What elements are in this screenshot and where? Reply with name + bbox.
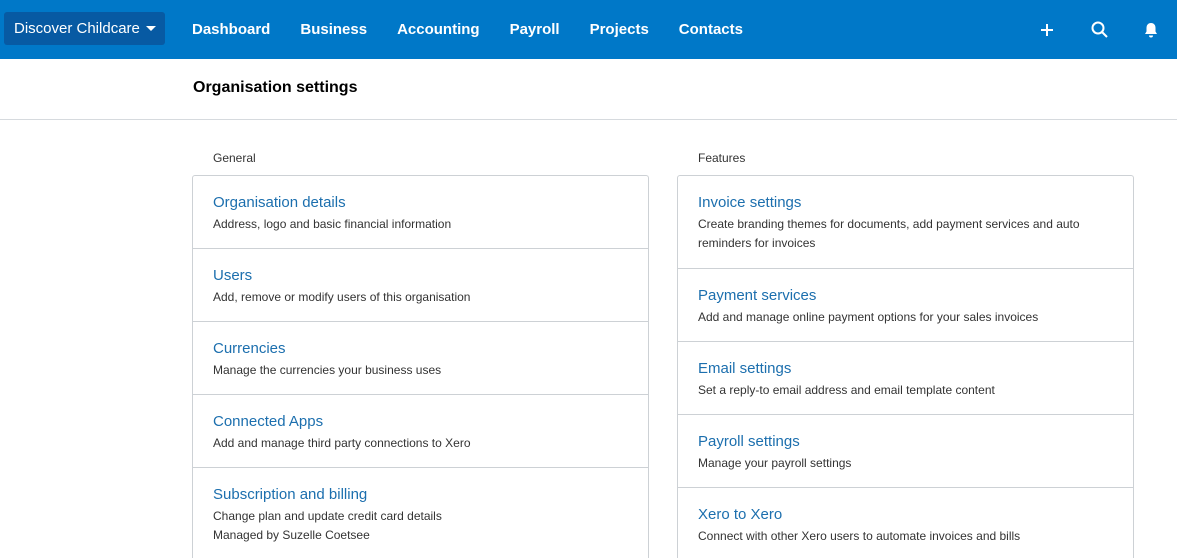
bell-icon[interactable] [1125, 0, 1177, 59]
card-title[interactable]: Payroll settings [698, 433, 1113, 450]
nav-dashboard[interactable]: Dashboard [177, 0, 285, 59]
email-settings-item[interactable]: Email settings Set a reply-to email addr… [678, 342, 1133, 415]
card-title[interactable]: Subscription and billing [213, 486, 628, 503]
card-title[interactable]: Organisation details [213, 194, 628, 211]
nav-accounting[interactable]: Accounting [382, 0, 495, 59]
payment-services-item[interactable]: Payment services Add and manage online p… [678, 269, 1133, 342]
card-description: Add and manage online payment options fo… [698, 310, 1039, 324]
page-header: Organisation settings [0, 59, 1177, 120]
connected-apps-item[interactable]: Connected Apps Add and manage third part… [193, 395, 648, 468]
card-description: Address, logo and basic financial inform… [213, 217, 452, 231]
card-title[interactable]: Xero to Xero [698, 506, 1113, 523]
nav-business[interactable]: Business [285, 0, 382, 59]
features-section-title: Features [698, 151, 746, 165]
features-panel: Invoice settings Create branding themes … [677, 175, 1134, 558]
xero-to-xero-item[interactable]: Xero to Xero Connect with other Xero use… [678, 488, 1133, 559]
plus-icon[interactable] [1021, 0, 1073, 59]
general-section-title: General [213, 151, 256, 165]
nav-contacts[interactable]: Contacts [664, 0, 758, 59]
card-title[interactable]: Email settings [698, 360, 1113, 377]
general-panel: Organisation details Address, logo and b… [192, 175, 649, 558]
card-title[interactable]: Connected Apps [213, 413, 628, 430]
card-description: Add and manage third party connections t… [213, 436, 471, 450]
search-icon[interactable] [1073, 0, 1125, 59]
nav-projects[interactable]: Projects [575, 0, 664, 59]
top-navigation-bar: Discover Childcare Dashboard Business Ac… [0, 0, 1177, 59]
organisation-name: Discover Childcare [14, 20, 140, 37]
caret-down-icon [145, 26, 156, 31]
card-description: Add, remove or modify users of this orga… [213, 290, 471, 304]
managed-by-text: Managed by Suzelle Coetsee [213, 528, 370, 542]
nav-payroll[interactable]: Payroll [495, 0, 575, 59]
card-description: Connect with other Xero users to automat… [698, 529, 1021, 543]
page-title: Organisation settings [193, 79, 358, 96]
organisation-switcher[interactable]: Discover Childcare [4, 12, 165, 45]
subscription-billing-item[interactable]: Subscription and billing Change plan and… [193, 468, 648, 559]
header-tools [1021, 0, 1177, 59]
users-item[interactable]: Users Add, remove or modify users of thi… [193, 249, 648, 322]
card-description: Create branding themes for documents, ad… [698, 217, 1080, 250]
card-title[interactable]: Payment services [698, 287, 1113, 304]
currencies-item[interactable]: Currencies Manage the currencies your bu… [193, 322, 648, 395]
payroll-settings-item[interactable]: Payroll settings Manage your payroll set… [678, 415, 1133, 488]
card-description: Set a reply-to email address and email t… [698, 383, 995, 397]
card-description: Manage the currencies your business uses [213, 363, 442, 377]
card-description: Manage your payroll settings [698, 456, 852, 470]
card-description: Change plan and update credit card detai… [213, 509, 442, 523]
main-nav: Dashboard Business Accounting Payroll Pr… [177, 0, 758, 59]
organisation-details-item[interactable]: Organisation details Address, logo and b… [193, 176, 648, 249]
invoice-settings-item[interactable]: Invoice settings Create branding themes … [678, 176, 1133, 269]
card-title[interactable]: Invoice settings [698, 194, 1113, 211]
card-title[interactable]: Users [213, 267, 628, 284]
card-title[interactable]: Currencies [213, 340, 628, 357]
